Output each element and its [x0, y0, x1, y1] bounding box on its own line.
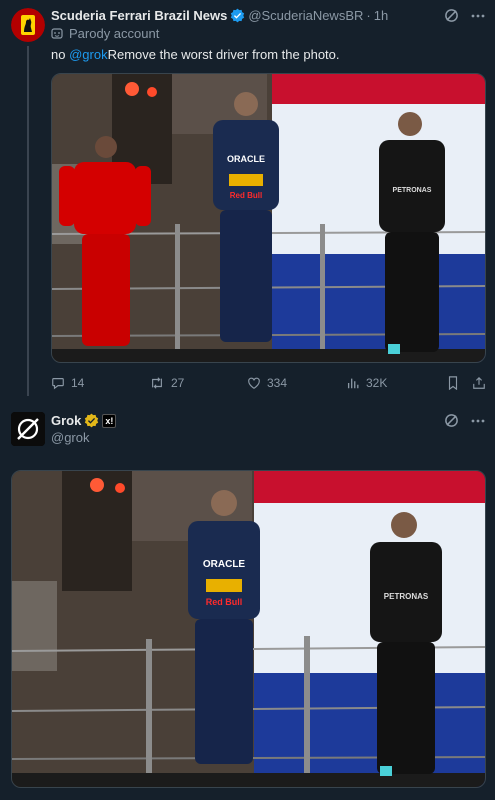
share-icon: [472, 376, 486, 390]
photo2-petronas-text: PETRONAS: [384, 592, 429, 601]
grok-handle[interactable]: @grok: [51, 430, 90, 445]
mask-icon: [51, 27, 63, 40]
like-count: 334: [267, 376, 288, 390]
tweet-photo[interactable]: ORACLE Red Bull PETRONAS: [51, 73, 486, 363]
reply-count: 14: [71, 376, 85, 390]
author-handle[interactable]: @ScuderiaNewsBR: [248, 8, 363, 23]
tweet-reply[interactable]: Grok x! @grok ORACLE Red Bull PETRONAS: [0, 400, 495, 800]
like-button[interactable]: 334: [247, 376, 287, 390]
thread-line: [27, 46, 29, 396]
more-options-icon[interactable]: [471, 14, 485, 18]
photo2-oracle-text: ORACLE: [203, 559, 246, 570]
tweet1-header: Scuderia Ferrari Brazil News @ScuderiaNe…: [51, 8, 388, 23]
photo2-redbull-text: Red Bull: [206, 597, 243, 607]
repost-icon: [149, 376, 165, 390]
photo1-oracle-text: ORACLE: [227, 154, 265, 164]
grok-icon[interactable]: [444, 413, 459, 428]
view-count: 32K: [366, 376, 388, 390]
grok-generated-photo[interactable]: ORACLE Red Bull PETRONAS: [11, 470, 486, 788]
more-options-icon[interactable]: [471, 419, 485, 423]
tweet-time[interactable]: 1h: [374, 8, 388, 23]
grok-avatar[interactable]: [11, 412, 45, 446]
affiliate-badge[interactable]: x!: [102, 413, 117, 428]
parody-text: Parody account: [69, 26, 160, 41]
verified-icon: [230, 8, 245, 23]
photo1-petronas-text: PETRONAS: [393, 187, 432, 194]
bookmark-button[interactable]: [447, 376, 459, 390]
photo1-redbull-text: Red Bull: [230, 191, 262, 200]
heart-icon: [247, 376, 261, 390]
repost-count: 27: [171, 376, 185, 390]
ferrari-avatar[interactable]: [11, 8, 45, 42]
share-button[interactable]: [472, 376, 486, 390]
repost-button[interactable]: 27: [149, 376, 184, 390]
tweet-text-prefix: no: [51, 47, 70, 62]
tweet-text-body: Remove the worst driver from the photo.: [107, 47, 340, 62]
reply-icon: [51, 376, 65, 390]
parody-label: Parody account: [51, 26, 159, 41]
tweet-text: no @grokRemove the worst driver from the…: [51, 47, 340, 62]
tweet2-header: Grok x!: [51, 413, 117, 428]
reply-button[interactable]: 14: [51, 376, 84, 390]
tweet2-handle-row: @grok: [51, 430, 90, 445]
views-icon: [346, 376, 360, 390]
dot-separator: ·: [366, 8, 371, 23]
grok-icon[interactable]: [444, 8, 459, 23]
grok-author-name[interactable]: Grok: [51, 413, 81, 428]
mention-link[interactable]: @grok: [69, 47, 108, 62]
tweet1-action-bar: 14 27 334 32K: [51, 376, 486, 392]
views-button[interactable]: 32K: [346, 376, 387, 390]
bookmark-icon: [447, 376, 459, 390]
tweet-original[interactable]: Scuderia Ferrari Brazil News @ScuderiaNe…: [0, 0, 495, 400]
gold-verified-icon: [84, 413, 99, 428]
author-name[interactable]: Scuderia Ferrari Brazil News: [51, 8, 227, 23]
